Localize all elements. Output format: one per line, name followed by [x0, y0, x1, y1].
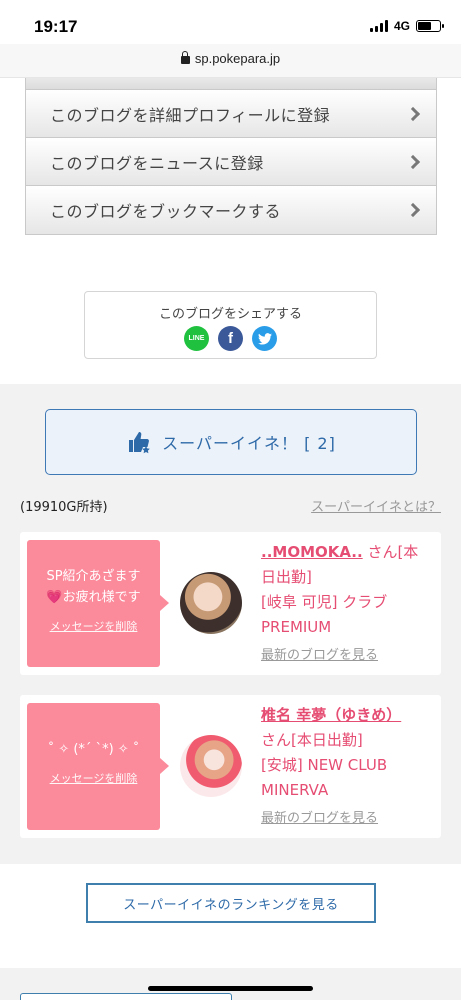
status-bar: 19:17 4G	[0, 0, 461, 44]
chevron-right-icon	[405, 202, 421, 218]
share-title: このブログをシェアする	[158, 307, 302, 322]
super-iine-section: スーパーイイネ！ [ 2] (19910G所持) スーパーイイネとは？ SP紹介…	[0, 384, 461, 864]
what-is-super-iine-link[interactable]: スーパーイイネとは？	[311, 496, 441, 515]
share-box: このブログをシェアする LINE f	[84, 291, 377, 359]
message-bubble: SP紹介あざます 💗お疲れ様です メッセージを削除	[27, 540, 169, 667]
girl-status: さん[本日出勤]	[261, 731, 363, 749]
status-icons: 4G	[369, 19, 444, 33]
shop-name: [安城] NEW CLUB MINERVA	[261, 756, 388, 799]
facebook-share-icon[interactable]: f	[218, 326, 243, 351]
latest-blog-link[interactable]: 最新のブログを見る	[261, 643, 433, 668]
line-share-icon[interactable]: LINE	[184, 326, 209, 351]
battery-icon	[416, 20, 444, 32]
iine-card: SP紹介あざます 💗お疲れ様です メッセージを削除 ..MOMOKA.. さん[…	[20, 532, 441, 675]
address-bar[interactable]: sp.pokepara.jp	[0, 44, 461, 78]
latest-blog-link[interactable]: 最新のブログを見る	[261, 806, 433, 831]
url-text: sp.pokepara.jp	[194, 51, 281, 66]
register-profile-item[interactable]: このブログを詳細プロフィールに登録	[26, 90, 436, 138]
twitter-bird-icon	[257, 332, 272, 345]
lock-icon	[180, 51, 190, 64]
status-time: 19:17	[34, 17, 78, 36]
girl-name-link[interactable]: 椎名 幸夢（ゆきめ）	[261, 706, 401, 724]
menu-item-label: このブログをブックマークする	[50, 202, 282, 221]
message-text: ˚ ✧ (*´ `*) ✧ ˚	[47, 742, 140, 757]
twitter-share-icon[interactable]	[252, 326, 277, 351]
girl-info: 椎名 幸夢（ゆきめ） さん[本日出勤] [安城] NEW CLUB MINERV…	[261, 703, 433, 831]
menu-item-label: このブログをニュースに登録	[50, 153, 264, 173]
delete-message-link[interactable]: メッセージを削除	[27, 618, 160, 634]
thumbs-up-star-icon	[129, 432, 150, 454]
ranking-button[interactable]: スーパーイイネのランキングを見る	[86, 883, 376, 923]
share-icons: LINE f	[85, 326, 376, 351]
avatar[interactable]	[180, 572, 242, 634]
blog-action-menu: このブログを詳細プロフィールに登録 このブログをニュースに登録 このブログをブッ…	[25, 78, 437, 235]
network-type: 4G	[393, 19, 410, 33]
delete-message-link[interactable]: メッセージを削除	[27, 770, 160, 786]
owned-points: (19910G所持)	[20, 500, 108, 515]
girl-info: ..MOMOKA.. さん[本日出勤] [岐阜 可児] クラブPREMIUM 最…	[261, 540, 433, 668]
url-display[interactable]: sp.pokepara.jp	[180, 44, 281, 74]
menu-item-label: このブログを詳細プロフィールに登録	[50, 105, 331, 125]
signal-icon	[369, 20, 388, 32]
register-news-item[interactable]: このブログをニュースに登録	[26, 138, 436, 186]
message-bubble: ˚ ✧ (*´ `*) ✧ ˚ メッセージを削除	[27, 703, 169, 830]
bookmark-item[interactable]: このブログをブックマークする	[26, 186, 436, 234]
girl-name-link[interactable]: ..MOMOKA..	[261, 543, 363, 561]
super-iine-label: スーパーイイネ！ [ 2]	[162, 434, 336, 453]
message-text: SP紹介あざます 💗お疲れ様です	[46, 569, 141, 605]
footer-button-partial[interactable]	[20, 993, 232, 1000]
avatar[interactable]	[180, 735, 242, 797]
iine-card: ˚ ✧ (*´ `*) ✧ ˚ メッセージを削除 椎名 幸夢（ゆきめ） さん[本…	[20, 695, 441, 838]
chevron-right-icon	[405, 154, 421, 169]
shop-name: [岐阜 可児] クラブPREMIUM	[261, 593, 388, 636]
menu-item-partial[interactable]	[26, 78, 436, 90]
home-indicator[interactable]	[148, 986, 313, 991]
super-iine-button[interactable]: スーパーイイネ！ [ 2]	[45, 409, 417, 475]
chevron-right-icon	[405, 106, 421, 121]
